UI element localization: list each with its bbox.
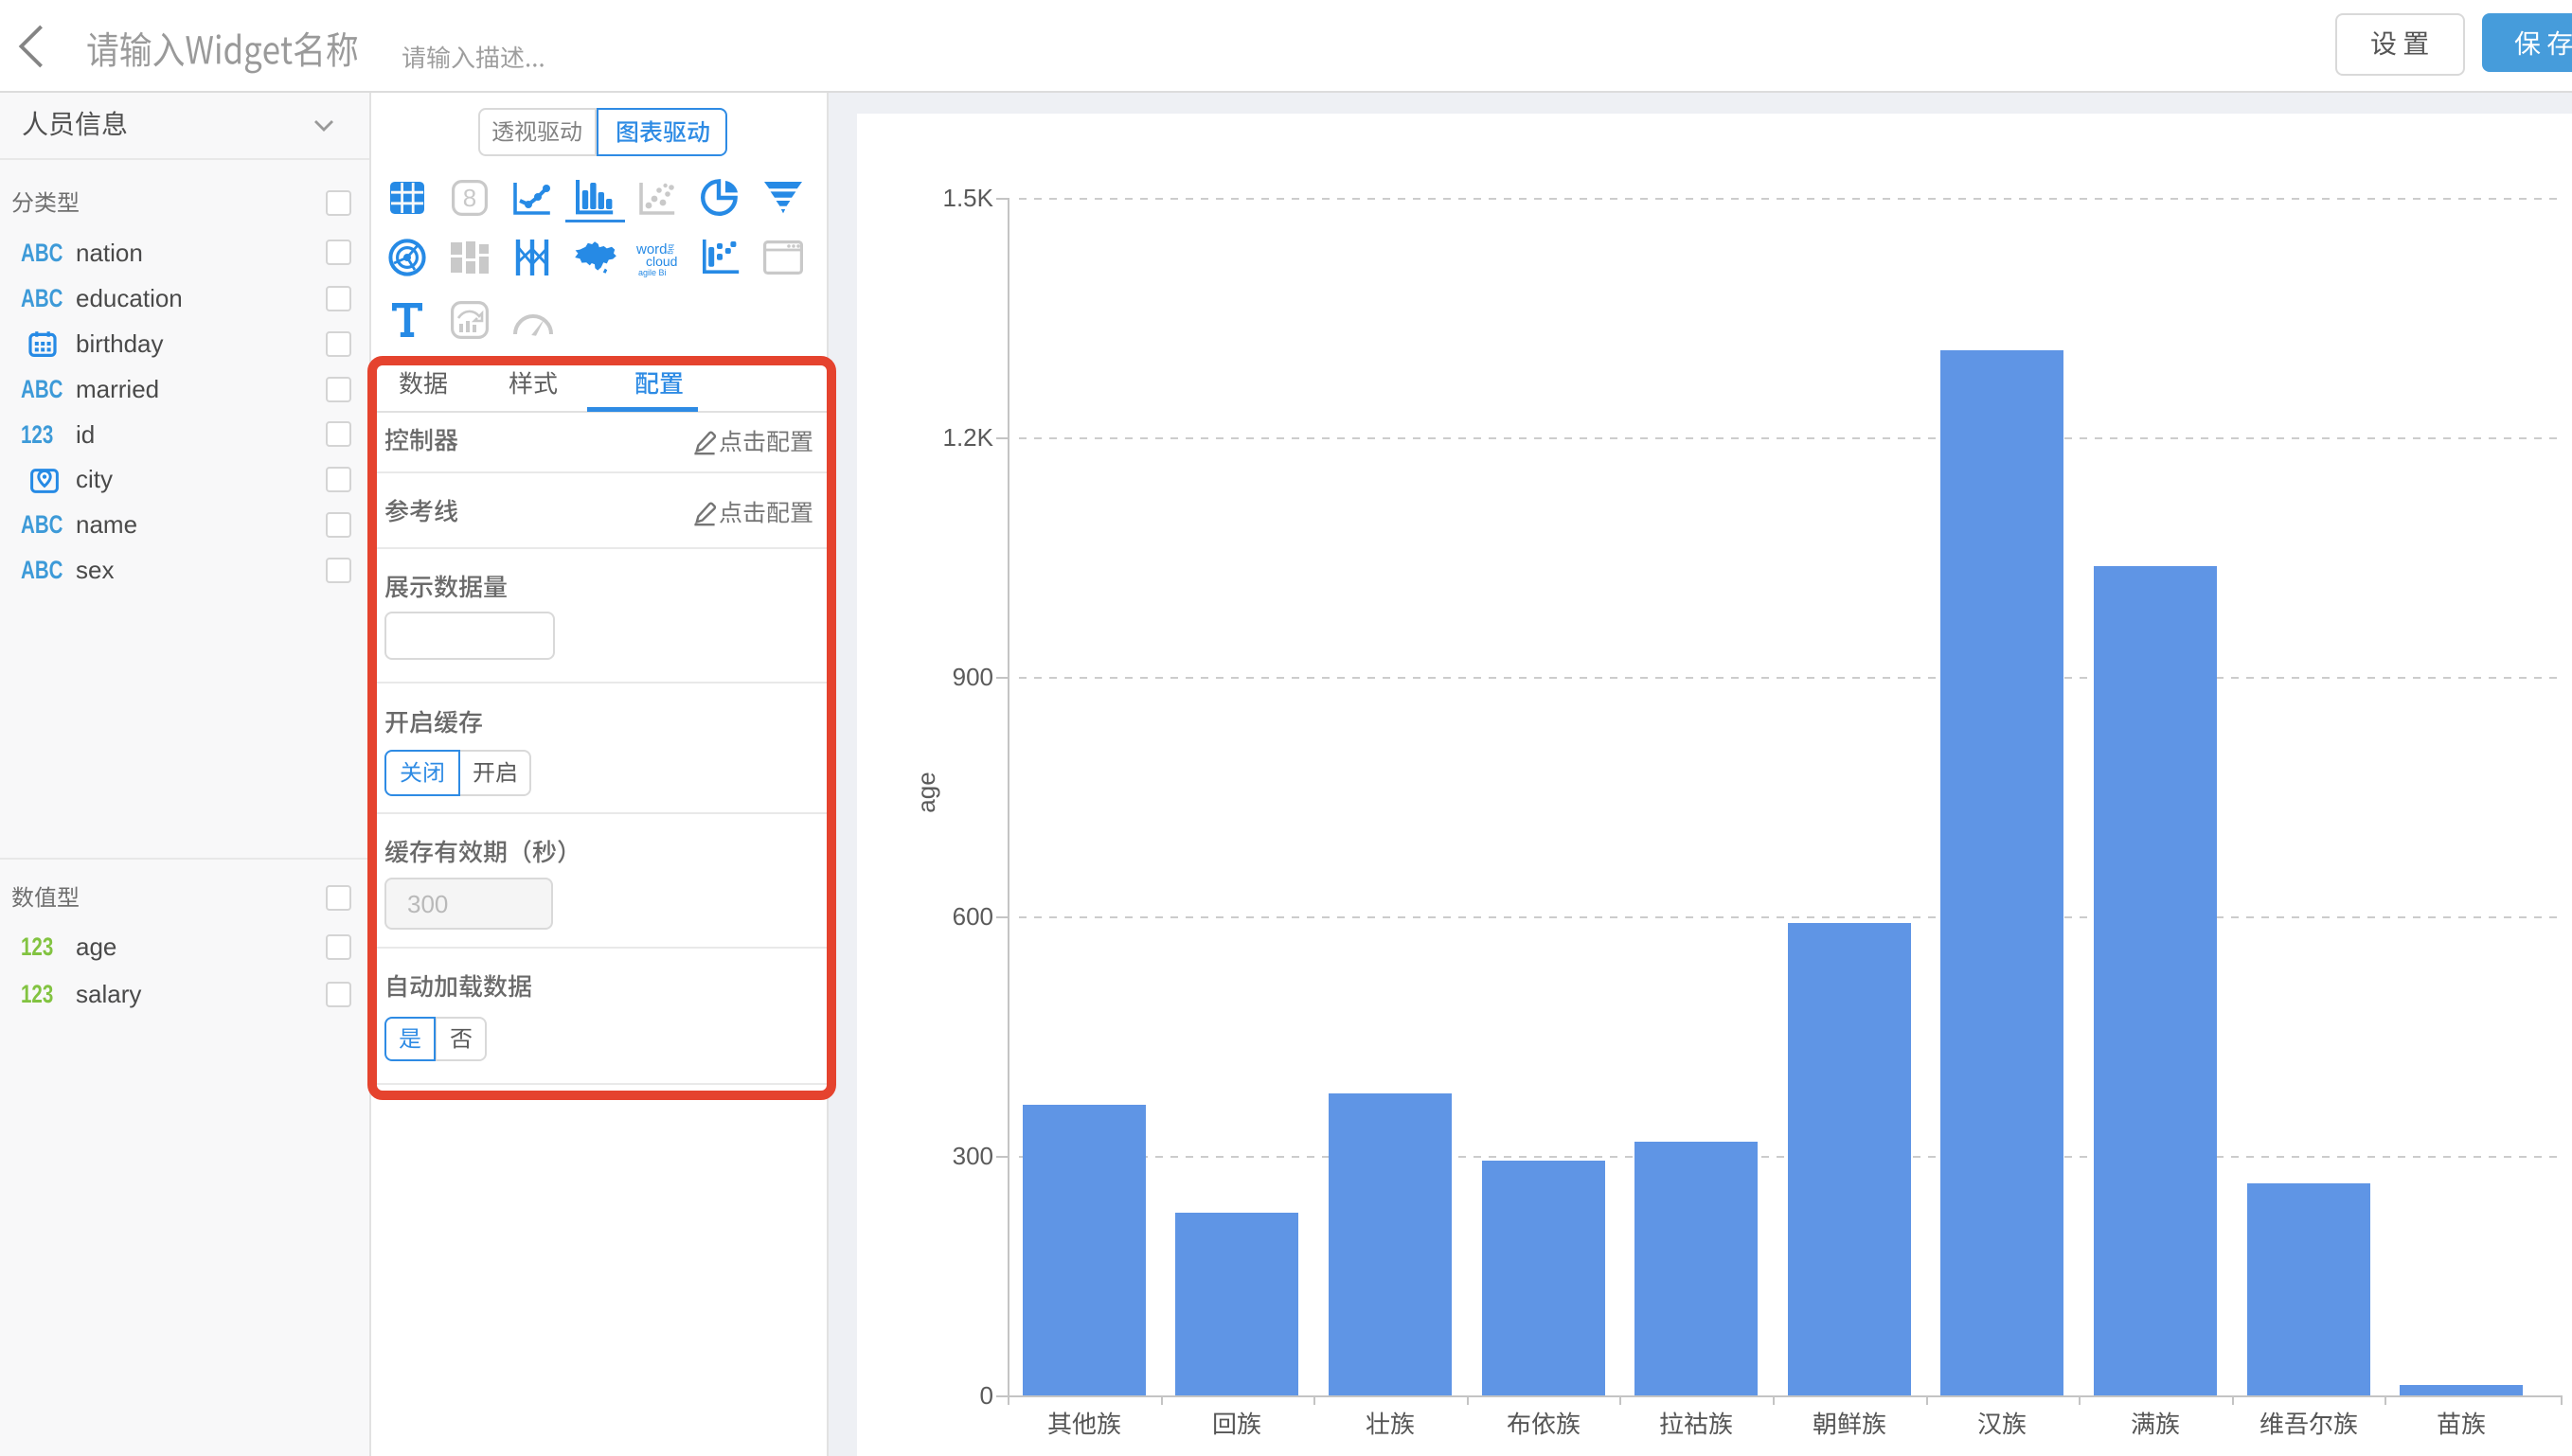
svg-text:8: 8 [463,184,476,212]
svg-text:agile Bi: agile Bi [638,268,667,277]
svg-text:cloud: cloud [646,254,677,269]
svg-text:big: big [667,244,675,255]
